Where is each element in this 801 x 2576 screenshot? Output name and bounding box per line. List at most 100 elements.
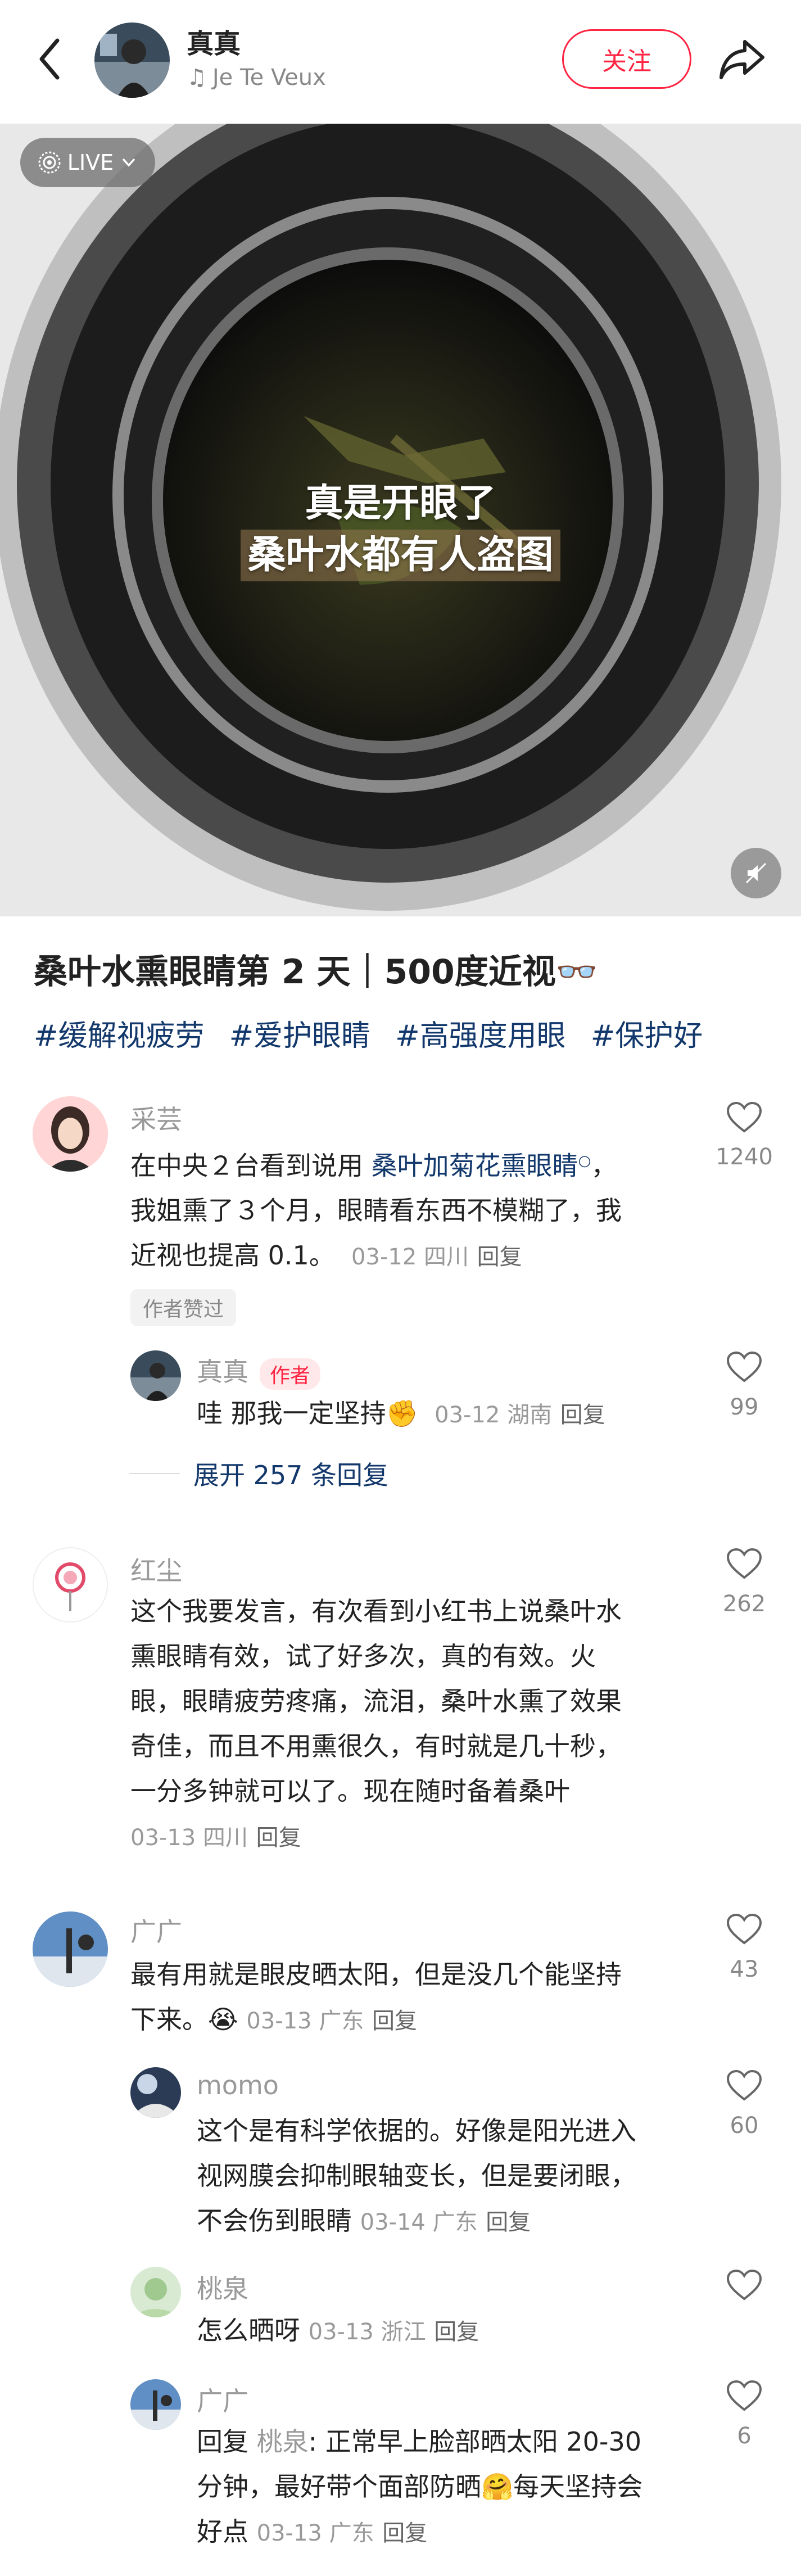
comment-text-line: 一分多钟就可以了。现在随时备着桑叶 [130,1776,570,1806]
comment-text-part: ， [591,1150,617,1181]
reply-to-name[interactable]: 桃泉 [257,2426,309,2457]
heart-icon[interactable] [726,1547,763,1581]
comment-text[interactable]: 在中央２台看到说用 桑叶加菊花熏眼睛○， 我姐熏了３个月，眼睛看东西不模糊了，我… [130,1138,693,1280]
comment-meta: 03-13 广东 [256,2520,374,2546]
replier-name-text: 真真 [197,1357,248,1387]
music-info[interactable]: ♫ Je Te Veux [187,65,326,91]
comment-text[interactable]: 这个我要发言，有次看到小红书上说桑叶水 熏眼睛有效，试了好多次，真的有效。火 眼… [130,1589,704,1860]
live-icon [38,151,61,174]
overlay-line-2: 桑叶水都有人盗图 [241,530,560,581]
replier-name[interactable]: momo [197,2070,279,2100]
reply-button[interactable]: 回复 [477,1244,522,1270]
comment-text-part: 在中央２台看到说用 [130,1150,372,1181]
comment-meta: 03-13 浙江 [308,2319,426,2345]
tag-item[interactable]: #保护好 [591,1012,703,1054]
commenter-avatar[interactable] [33,1096,108,1172]
heart-icon[interactable] [726,2379,763,2413]
back-arrow-icon[interactable] [34,34,67,84]
comment-text-line: 眼，眼睛疲劳疼痛，流泪，桑叶水熏了效果 [130,1686,622,1716]
heart-icon[interactable] [726,2069,763,2103]
comment-text-line: 这个我要发言，有次看到小红书上说桑叶水 [130,1596,622,1626]
reply-button[interactable]: 回复 [560,1402,605,1428]
replier-name[interactable]: 桃泉 [197,2268,248,2306]
comment-text-line: 熏眼睛有效，试了好多次，真的有效。火 [130,1641,596,1671]
reply-text-line: 视网膜会抑制眼轴变长，但是要闭眼， [197,2161,636,2191]
divider [129,1473,180,1474]
heart-icon[interactable] [726,1913,763,1946]
live-label: LIVE [67,150,114,175]
comment-meta: 03-13 广东 [246,2008,364,2034]
share-icon[interactable] [717,34,767,84]
replier-avatar[interactable] [130,2067,181,2118]
music-title: Je Te Veux [212,65,326,91]
comment-text-line: 奇佳，而且不用熏很久，有时就是几十秒， [130,1731,622,1761]
post-header: 真真 ♫ Je Te Veux 关注 [0,0,801,124]
commenter-name[interactable]: 红尘 [130,1551,182,1588]
chevron-down-icon [123,159,135,167]
reply-text-line: 不会伤到眼睛 [197,2206,352,2236]
reply-text-line: 这个是有科学依据的。好像是阳光进入 [197,2116,636,2146]
search-icon: ○ [578,1153,591,1169]
comment-text-line: 近视也提高 0.1。 [130,1240,335,1271]
tag-item[interactable]: #爱护眼睛 [229,1012,371,1054]
heart-icon[interactable] [726,1350,763,1384]
reply-button[interactable]: 回复 [486,2209,531,2235]
author-avatar[interactable] [94,22,170,98]
replier-avatar[interactable] [130,1350,181,1401]
reply-button[interactable]: 回复 [434,2319,479,2345]
reply-text-line: 好点 [197,2516,248,2547]
reply-button[interactable]: 回复 [372,2008,417,2034]
comment-text-line: 最有用就是眼皮晒太阳，但是没几个能坚持 [130,1959,622,1990]
comment-text-line: 我姐熏了３个月，眼睛看东西不模糊了，我 [130,1195,622,1226]
expand-replies-button[interactable]: 展开 257 条回复 [129,1455,388,1492]
photo-overlay-text: 真是开眼了 桑叶水都有人盗图 [0,478,801,581]
commenter-name[interactable]: 广广 [130,1911,182,1949]
comment-meta: 03-12 四川 [351,1244,469,1271]
author-name[interactable]: 真真 [187,21,241,61]
author-liked-badge: 作者赞过 [130,1289,237,1326]
reply-prefix: 回复 [197,2426,257,2457]
comment-text[interactable]: 最有用就是眼皮晒太阳，但是没几个能坚持 下来。😭 03-13 广东 回复 [130,1952,704,2044]
reply-text-line: 分钟，最好带个面部防晒🤗每天坚持会 [197,2471,643,2502]
replier-avatar[interactable] [130,2379,181,2430]
like-count: 99 [730,1394,759,1420]
comment-meta: 03-12 湖南 [435,1402,553,1428]
commenter-name[interactable]: 采芸 [130,1099,182,1136]
reply-text-content: 怎么晒呀 [197,2315,300,2345]
post-title: 桑叶水熏眼睛第 2 天｜500度近视👓 [34,952,598,992]
reply-text-line: : 正常早上脸部晒太阳 20-30 [308,2426,642,2457]
reply-text[interactable]: 怎么晒呀 03-13 浙江 回复 [197,2308,703,2354]
author-badge: 作者 [260,1358,321,1390]
sound-toggle-icon[interactable] [731,848,781,898]
search-link[interactable]: 桑叶加菊花熏眼睛 [372,1150,578,1181]
replier-name[interactable]: 广广 [197,2381,248,2418]
live-photo-badge[interactable]: LIVE [20,138,155,187]
overlay-line-1: 真是开眼了 [305,481,496,526]
tag-list: #缓解视疲劳 #爱护眼睛 #高强度用眼 #保护好 [34,1012,703,1054]
commenter-avatar[interactable] [33,1911,108,1987]
reply-button[interactable]: 回复 [382,2520,427,2546]
reply-text[interactable]: 回复 桃泉: 正常早上脸部晒太阳 20-30 分钟，最好带个面部防晒🤗每天坚持会… [197,2419,703,2556]
reply-text[interactable]: 这个是有科学依据的。好像是阳光进入 视网膜会抑制眼轴变长，但是要闭眼， 不会伤到… [197,2108,703,2245]
like-count: 6 [737,2423,752,2449]
reply-button[interactable]: 回复 [256,1825,301,1851]
commenter-avatar[interactable] [33,1547,108,1623]
expand-replies-label: 展开 257 条回复 [193,1460,389,1490]
like-count: 60 [730,2113,759,2139]
like-count: 1240 [716,1144,773,1170]
replier-name[interactable]: 真真 作者 [197,1352,321,1390]
follow-button[interactable]: 关注 [562,29,691,89]
music-note-icon: ♫ [187,65,207,91]
like-count: 43 [730,1956,759,1982]
comment-meta: 03-14 广东 [360,2209,478,2235]
heart-icon[interactable] [726,2268,763,2302]
comment-text-line: 下来。😭 [130,2004,238,2035]
reply-text[interactable]: 哇 那我一定坚持✊ 03-12 湖南 回复 [197,1391,703,1438]
replier-avatar[interactable] [130,2267,181,2317]
tag-item[interactable]: #高强度用眼 [395,1012,566,1054]
heart-icon[interactable] [726,1101,763,1135]
reply-text-content: 哇 那我一定坚持✊ [197,1398,418,1429]
comment-meta: 03-13 四川 [130,1825,248,1851]
tag-item[interactable]: #缓解视疲劳 [34,1012,205,1054]
like-count: 262 [722,1591,766,1617]
